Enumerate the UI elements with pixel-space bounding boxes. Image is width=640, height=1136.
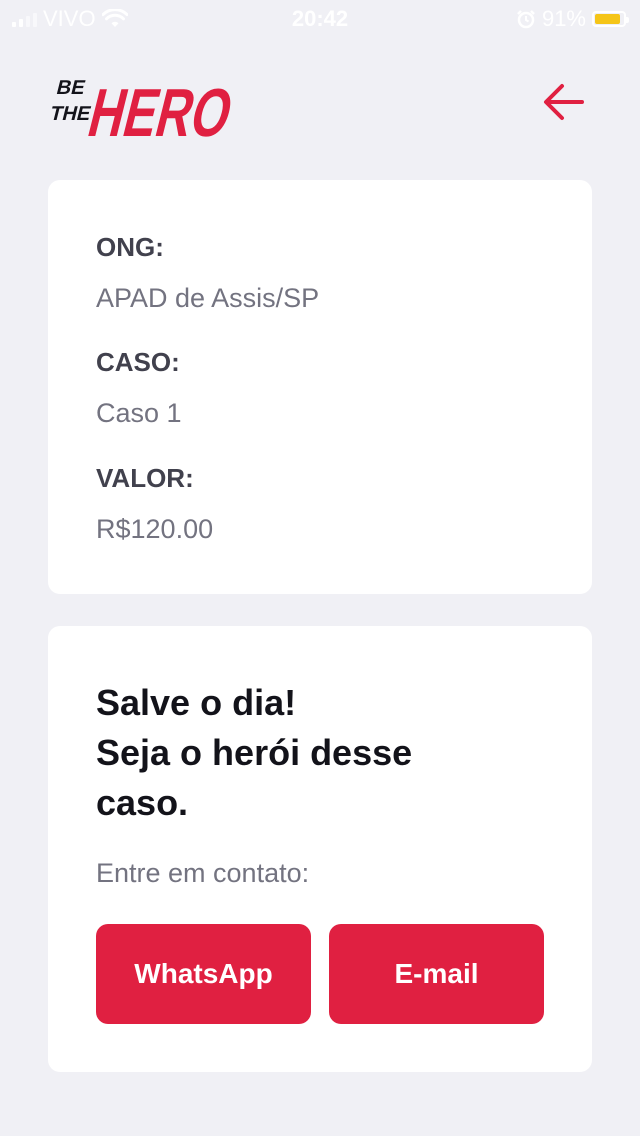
- detail-screen: VIVO 20:42 91% BE THE HERO ONG: APAD de …: [0, 0, 640, 1136]
- value-value: R$120.00: [96, 514, 214, 544]
- case-value: Caso 1: [96, 398, 182, 428]
- battery-level: [595, 14, 621, 24]
- contact-actions: WhatsApp E-mail: [96, 924, 544, 1024]
- logo-text-hero: HERO: [81, 74, 238, 142]
- status-bar-right: 91%: [516, 6, 629, 32]
- be-the-hero-logo: BE THE HERO: [48, 74, 238, 142]
- contact-description: Entre em contato:: [96, 858, 310, 888]
- back-button[interactable]: [540, 80, 588, 124]
- whatsapp-button[interactable]: WhatsApp: [96, 924, 311, 1024]
- contact-title-line-1: Salve o dia!: [96, 682, 297, 723]
- status-bar: VIVO 20:42 91%: [0, 0, 640, 40]
- case-label: CASO:: [96, 347, 180, 377]
- email-button[interactable]: E-mail: [329, 924, 544, 1024]
- battery-percentage: 91%: [541, 6, 586, 31]
- arrow-left-icon: [544, 84, 584, 120]
- contact-title-line-3: caso.: [96, 782, 189, 823]
- contact-title: Salve o dia! Seja o herói desse caso.: [96, 678, 536, 828]
- incident-card: ONG: APAD de Assis/SP CASO: Caso 1 VALOR…: [48, 180, 592, 594]
- logo-text-be: BE: [54, 77, 87, 99]
- contact-title-line-2: Seja o herói desse: [96, 732, 413, 773]
- value-label: VALOR:: [96, 463, 194, 493]
- ong-label: ONG:: [96, 232, 164, 262]
- ong-value: APAD de Assis/SP: [96, 283, 320, 313]
- battery-icon: [592, 11, 629, 27]
- alarm-icon: [517, 10, 535, 29]
- logo-text-the: THE: [48, 103, 93, 125]
- contact-card: Salve o dia! Seja o herói desse caso. En…: [48, 626, 592, 1072]
